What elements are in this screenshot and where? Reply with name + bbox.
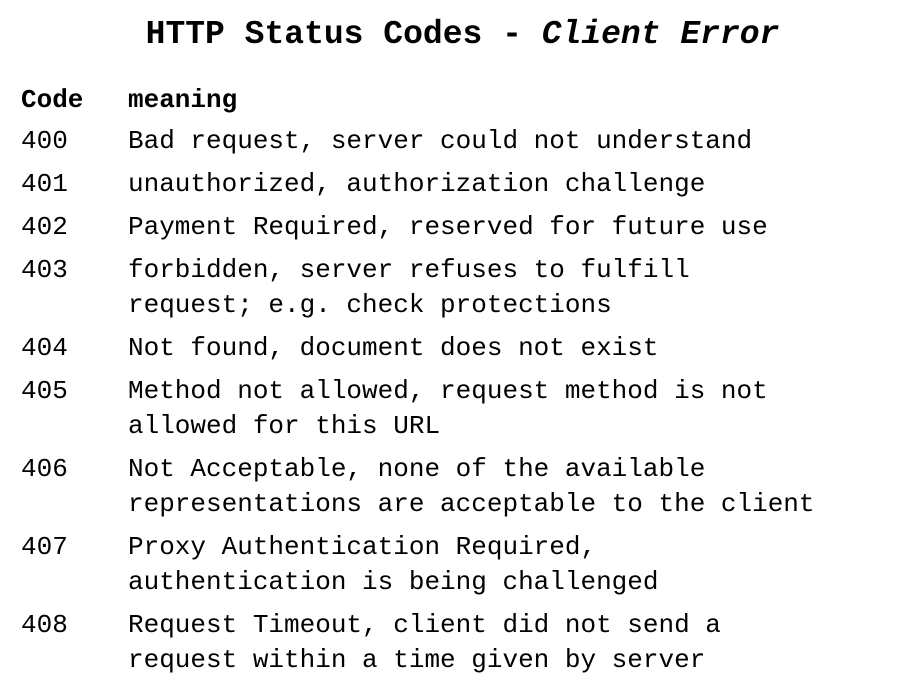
meaning-line: Proxy Authentication Required,	[128, 532, 597, 562]
title-emphasis: Client Error	[541, 16, 780, 53]
status-code-cell: 407	[21, 532, 68, 562]
meaning-cell: Proxy Authentication Required, authentica…	[128, 530, 815, 608]
meaning-line: Not Acceptable, none of the available	[128, 454, 706, 484]
meaning-line: request within a time given by server	[128, 645, 706, 675]
meaning-cell: Not found, document does not exist	[128, 331, 815, 374]
status-code-cell: 405	[21, 376, 68, 406]
meaning-line: allowed for this URL	[128, 411, 441, 441]
status-code-cell: 401	[21, 169, 68, 199]
code-column-header: Code	[21, 85, 84, 115]
meaning-cell: Not Acceptable, none of the available rep…	[128, 452, 815, 530]
table-row: 406 Not Acceptable, none of the available…	[21, 452, 815, 530]
status-code-cell: 404	[21, 333, 68, 363]
meaning-column-header: meaning	[128, 85, 238, 115]
status-code-cell: 402	[21, 212, 68, 242]
meaning-line: request; e.g. check protections	[128, 290, 612, 320]
table-row: 403 forbidden, server refuses to fulfill r…	[21, 253, 815, 331]
meaning-cell: forbidden, server refuses to fulfill requ…	[128, 253, 815, 331]
meaning-cell: Payment Required, reserved for future us…	[128, 210, 815, 253]
status-codes-table: Code meaning 400 Bad request, server coul…	[21, 83, 815, 686]
table-row: 400 Bad request, server could not underst…	[21, 124, 815, 167]
document-page: HTTP Status Codes - Client Error Code me…	[0, 0, 915, 683]
meaning-cell: Method not allowed, request method is no…	[128, 374, 815, 452]
meaning-line: unauthorized, authorization challenge	[128, 169, 706, 199]
meaning-line: authentication is being challenged	[128, 567, 659, 597]
status-code-cell: 406	[21, 454, 68, 484]
table-row: 408 Request Timeout, client did not send …	[21, 608, 815, 686]
meaning-line: Not found, document does not exist	[128, 333, 659, 363]
meaning-line: Request Timeout, client did not send a	[128, 610, 721, 640]
status-code-cell: 403	[21, 255, 68, 285]
table-header-row: Code meaning	[21, 83, 815, 124]
meaning-line: representations are acceptable to the cl…	[128, 489, 815, 519]
page-title: HTTP Status Codes - Client Error	[0, 13, 915, 57]
meaning-line: Method not allowed, request method is no…	[128, 376, 768, 406]
meaning-cell: Bad request, server could not understand	[128, 124, 815, 167]
table-row: 405 Method not allowed, request method is…	[21, 374, 815, 452]
table-row: 404 Not found, document does not exist	[21, 331, 815, 374]
meaning-line: Bad request, server could not understand	[128, 126, 753, 156]
meaning-line: Payment Required, reserved for future us…	[128, 212, 768, 242]
table-body: 400 Bad request, server could not underst…	[21, 124, 815, 686]
table-row: 402 Payment Required, reserved for future…	[21, 210, 815, 253]
table-row: 401 unauthorized, authorization challenge	[21, 167, 815, 210]
title-prefix: HTTP Status Codes -	[145, 16, 542, 53]
status-code-cell: 400	[21, 126, 68, 156]
status-code-cell: 408	[21, 610, 68, 640]
meaning-cell: Request Timeout, client did not send a re…	[128, 608, 815, 686]
meaning-cell: unauthorized, authorization challenge	[128, 167, 815, 210]
table-row: 407 Proxy Authentication Required, authent…	[21, 530, 815, 608]
meaning-line: forbidden, server refuses to fulfill	[128, 255, 690, 285]
